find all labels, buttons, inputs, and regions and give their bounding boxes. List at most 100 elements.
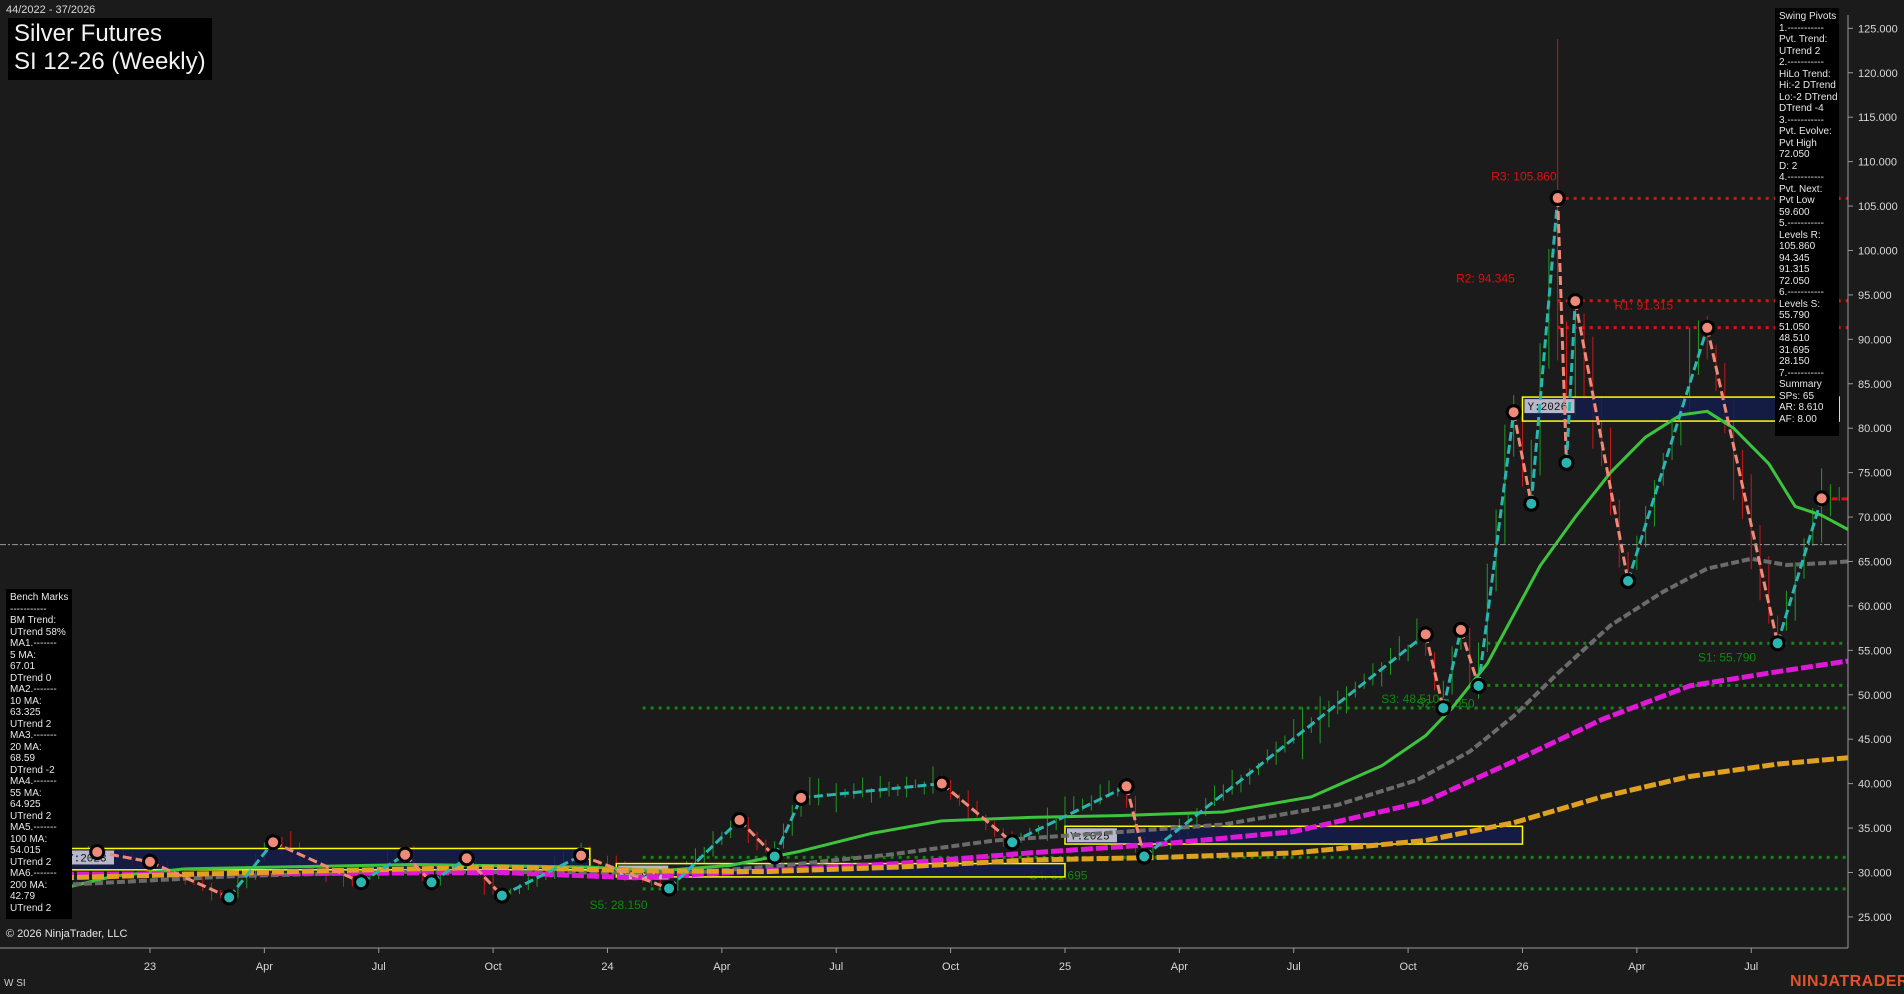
swing-panel-line: 59.600: [1779, 206, 1810, 218]
swing-panel-line: 51.050: [1779, 321, 1810, 333]
swing-panel-line: 31.695: [1779, 344, 1810, 356]
pivot-high-dot: [1508, 407, 1519, 418]
bench-panel-line: UTrend 2: [10, 856, 52, 868]
time-tick-label: Jul: [1287, 961, 1301, 973]
swing-panel-line: 105.860: [1779, 241, 1816, 252]
bench-panel-line: BM Trend:: [10, 615, 57, 626]
price-tick-label: 60.000: [1858, 601, 1892, 613]
bench-panel-line: DTrend -2: [10, 764, 55, 776]
swing-panel-line: Pvt. Next:: [1779, 183, 1823, 195]
pivot-low-dot: [1526, 498, 1537, 509]
price-tick-label: 120.000: [1858, 68, 1898, 80]
time-tick-label: Jul: [829, 961, 843, 973]
pivot-low-dot: [769, 851, 780, 862]
swing-panel-line: 3.-----------: [1779, 114, 1824, 126]
bench-panel-line: 64.925: [10, 799, 41, 810]
time-tick-label: 23: [144, 961, 156, 973]
swing-panel-line: 72.050: [1779, 149, 1810, 160]
pivot-high-dot: [1570, 296, 1581, 307]
pivot-high-dot: [1455, 624, 1466, 635]
swing-panel-line: Pvt. Evolve:: [1779, 126, 1832, 137]
pivot-low-dot: [496, 890, 507, 901]
swing-panel-line: Levels R:: [1779, 229, 1821, 241]
swing-panel-line: Levels S:: [1779, 298, 1821, 310]
resistance-label: R2: 94.345: [1456, 272, 1515, 286]
price-tick-label: 115.000: [1858, 112, 1897, 124]
time-tick-label: 26: [1516, 961, 1528, 973]
pivot-high-dot: [400, 849, 411, 860]
pivot-low-dot: [224, 892, 235, 903]
swing-panel-line: Lo:-2 DTrend: [1779, 91, 1838, 103]
swing-panel-line: 91.315: [1779, 264, 1810, 275]
time-tick-label: Apr: [1171, 961, 1188, 973]
bench-panel-line: MA1.-------: [10, 638, 57, 649]
pivot-high-dot: [1121, 781, 1132, 792]
pivot-low-dot: [1772, 638, 1783, 649]
price-tick-label: 35.000: [1858, 823, 1892, 835]
copyright: © 2026 NinjaTrader, LLC: [6, 928, 128, 940]
benchmarks-panel: Bench Marks ----------- BM Trend: UTrend 58…: [6, 589, 72, 919]
price-tick-label: 50.000: [1858, 690, 1892, 702]
bench-panel-line: 63.325: [10, 707, 41, 718]
pivot-high-dot: [92, 847, 103, 858]
swing-panel-line: 2.-----------: [1779, 57, 1824, 68]
price-tick-label: 70.000: [1858, 512, 1892, 524]
swing-panel-line: 4.-----------: [1779, 172, 1824, 183]
swing-panel-line: AF: 8.00: [1779, 413, 1817, 425]
pivot-high-dot: [1420, 629, 1431, 640]
chart-title-box: Silver Futures SI 12-26 (Weekly): [8, 18, 212, 80]
bench-panel-line: 10 MA:: [10, 695, 42, 707]
price-tick-label: 105.000: [1858, 201, 1898, 213]
bench-panel-line: 55 MA:: [10, 787, 42, 799]
bench-panel-line: MA4.-------: [10, 776, 57, 787]
price-tick-label: 75.000: [1858, 468, 1892, 480]
year-box: [1064, 825, 1524, 845]
pivot-high-dot: [461, 853, 472, 864]
bench-panel-line: MA6.-------: [10, 868, 57, 879]
swing-panel-line: HiLo Trend:: [1779, 68, 1831, 80]
time-tick-label: Oct: [485, 961, 502, 973]
pivot-low-dot: [664, 883, 675, 894]
pivot-high-dot: [796, 792, 807, 803]
swing-panel-line: 72.050: [1779, 275, 1810, 287]
price-tick-label: 125.000: [1858, 23, 1898, 35]
swing-panel-line: Swing Pivots: [1779, 11, 1837, 22]
pivot-high-dot: [1816, 493, 1827, 504]
time-tick-label: Apr: [256, 961, 273, 973]
date-range: 44/2022 - 37/2026: [6, 4, 96, 16]
pivot-low-dot: [356, 877, 367, 888]
bench-panel-line: 5 MA:: [10, 649, 37, 661]
price-tick-label: 95.000: [1858, 290, 1892, 302]
pivot-high-dot: [734, 815, 745, 826]
time-tick-label: Jul: [1744, 961, 1758, 973]
footer-symbol: W SI: [4, 978, 26, 989]
swing-pivots-panel: Swing Pivots 1.----------- Pvt. Trend: UTre…: [1775, 8, 1839, 436]
pivot-low-dot: [1561, 457, 1572, 468]
brand-logo: NINJATRADER: [1790, 973, 1904, 990]
swing-panel-line: Summary: [1779, 379, 1822, 390]
bench-panel-line: UTrend 2: [10, 718, 52, 730]
price-chart[interactable]: R3: 105.860 R2: 94.345 R1: 91.315 S1: 55.79…: [0, 0, 1904, 994]
pivot-low-dot: [1139, 851, 1150, 862]
pivot-high-dot: [576, 850, 587, 861]
resistance-label: R3: 105.860: [1491, 169, 1557, 183]
price-tick-label: 85.000: [1858, 379, 1892, 391]
bench-panel-line: UTrend 2: [10, 902, 52, 914]
bench-panel-line: UTrend 2: [10, 810, 52, 822]
bench-panel-line: Bench Marks: [10, 592, 69, 603]
bench-panel-line: 67.01: [10, 661, 36, 672]
support-label: S3: 48.510: [1381, 692, 1439, 706]
swing-panel-line: 1.-----------: [1779, 22, 1824, 34]
bench-panel-line: MA2.-------: [10, 684, 57, 695]
time-tick-label: Apr: [713, 961, 730, 973]
support-label: S1: 55.790: [1698, 650, 1756, 664]
pivot-low-dot: [1438, 703, 1449, 714]
instrument-name: Silver Futures: [14, 20, 163, 47]
time-tick-label: Jul: [372, 961, 386, 973]
bench-panel-line: UTrend 58%: [10, 626, 66, 638]
pivot-low-dot: [1007, 837, 1018, 848]
time-tick-label: Oct: [1400, 961, 1417, 973]
price-tick-label: 25.000: [1858, 912, 1892, 924]
instrument-symbol: SI 12-26 (Weekly): [14, 48, 206, 75]
swing-panel-line: UTrend 2: [1779, 45, 1821, 57]
